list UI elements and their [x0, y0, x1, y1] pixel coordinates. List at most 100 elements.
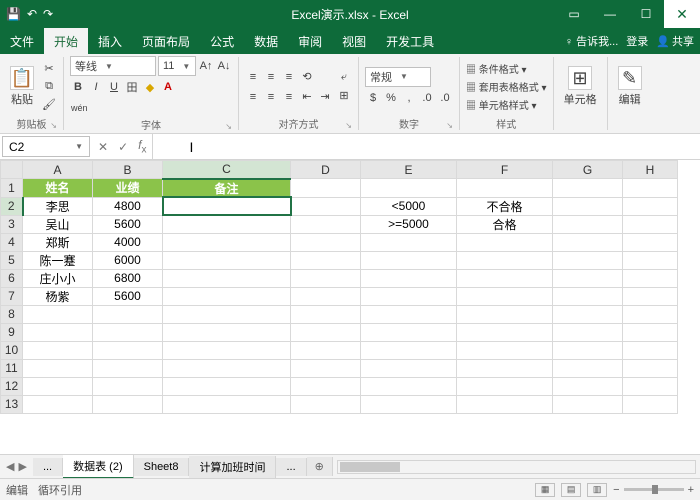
orientation-icon[interactable]: ⟲ [299, 69, 315, 85]
cell-C9[interactable] [163, 323, 291, 341]
cell-A4[interactable]: 郑斯 [23, 233, 93, 251]
cell-G2[interactable] [553, 197, 623, 215]
col-header-B[interactable]: B [93, 161, 163, 179]
phonetic-icon[interactable]: wén [70, 100, 89, 116]
cell-H10[interactable] [623, 341, 678, 359]
page-layout-view-icon[interactable]: ▤ [561, 483, 581, 497]
increase-decimal-icon[interactable]: .0 [419, 90, 435, 106]
select-all-corner[interactable] [1, 161, 23, 179]
cell-H12[interactable] [623, 377, 678, 395]
cell-C11[interactable] [163, 359, 291, 377]
cell-F5[interactable] [457, 251, 553, 269]
tab-insert[interactable]: 插入 [88, 28, 132, 54]
cell-F11[interactable] [457, 359, 553, 377]
cell-C4[interactable] [163, 233, 291, 251]
cell-A10[interactable] [23, 341, 93, 359]
cell-G7[interactable] [553, 287, 623, 305]
tab-review[interactable]: 审阅 [288, 28, 332, 54]
tab-developer[interactable]: 开发工具 [376, 28, 444, 54]
row-header-4[interactable]: 4 [1, 233, 23, 251]
currency-icon[interactable]: $ [365, 90, 381, 106]
cell-B11[interactable] [93, 359, 163, 377]
cell-G13[interactable] [553, 395, 623, 413]
cell-E4[interactable] [361, 233, 457, 251]
font-launcher[interactable]: ↘ [225, 122, 232, 131]
cell-H6[interactable] [623, 269, 678, 287]
login-button[interactable]: 登录 [626, 33, 648, 49]
align-right-icon[interactable]: ≡ [281, 89, 297, 105]
tab-view[interactable]: 视图 [332, 28, 376, 54]
cell-E3[interactable]: >=5000 [361, 215, 457, 233]
conditional-format-button[interactable]: ▦ 条件格式 ▾ [466, 61, 547, 76]
format-painter-icon[interactable]: 🖌 [41, 97, 57, 113]
row-header-1[interactable]: 1 [1, 179, 23, 198]
cell-C3[interactable] [163, 215, 291, 233]
cell-C6[interactable] [163, 269, 291, 287]
alignment-launcher[interactable]: ↘ [345, 121, 352, 130]
cell-F3[interactable]: 合格 [457, 215, 553, 233]
table-format-button[interactable]: ▦ 套用表格格式 ▾ [466, 79, 547, 94]
cell-B1[interactable]: 业绩 [93, 179, 163, 198]
cell-H9[interactable] [623, 323, 678, 341]
cell-H3[interactable] [623, 215, 678, 233]
cell-F7[interactable] [457, 287, 553, 305]
cell-G3[interactable] [553, 215, 623, 233]
cell-B12[interactable] [93, 377, 163, 395]
fill-color-button[interactable]: ◆ [142, 79, 158, 95]
cell-E12[interactable] [361, 377, 457, 395]
col-header-H[interactable]: H [623, 161, 678, 179]
cell-A7[interactable]: 杨紫 [23, 287, 93, 305]
col-header-F[interactable]: F [457, 161, 553, 179]
save-icon[interactable]: 💾 [6, 7, 21, 21]
number-launcher[interactable]: ↘ [446, 121, 453, 130]
cell-C13[interactable] [163, 395, 291, 413]
cell-A13[interactable] [23, 395, 93, 413]
cell-D8[interactable] [291, 305, 361, 323]
percent-icon[interactable]: % [383, 90, 399, 106]
col-header-G[interactable]: G [553, 161, 623, 179]
sheet-tab-2[interactable]: 计算加班时间 [189, 456, 276, 478]
font-size-combo[interactable]: 11▼ [158, 56, 196, 76]
name-box[interactable]: C2▼ [2, 136, 90, 157]
cell-F4[interactable] [457, 233, 553, 251]
col-header-E[interactable]: E [361, 161, 457, 179]
cell-A8[interactable] [23, 305, 93, 323]
zoom-slider[interactable] [624, 488, 684, 491]
cell-D7[interactable] [291, 287, 361, 305]
wrap-text-button[interactable]: ⤶ [336, 70, 352, 86]
row-header-5[interactable]: 5 [1, 251, 23, 269]
merge-button[interactable]: ⊞ [336, 88, 352, 104]
cell-G12[interactable] [553, 377, 623, 395]
align-left-icon[interactable]: ≡ [245, 89, 261, 105]
align-top-icon[interactable]: ≡ [245, 69, 261, 85]
normal-view-icon[interactable]: ▦ [535, 483, 555, 497]
row-header-13[interactable]: 13 [1, 395, 23, 413]
tab-data[interactable]: 数据 [244, 28, 288, 54]
redo-icon[interactable]: ↷ [43, 7, 53, 21]
increase-font-icon[interactable]: A↑ [198, 58, 214, 74]
cell-B4[interactable]: 4000 [93, 233, 163, 251]
border-button[interactable]: 田 [124, 79, 140, 95]
align-center-icon[interactable]: ≡ [263, 89, 279, 105]
cell-D2[interactable] [291, 197, 361, 215]
cell-G4[interactable] [553, 233, 623, 251]
cell-B6[interactable]: 6800 [93, 269, 163, 287]
col-header-A[interactable]: A [23, 161, 93, 179]
row-header-9[interactable]: 9 [1, 323, 23, 341]
close-button[interactable]: ✕ [664, 0, 700, 28]
cell-A2[interactable]: 李思 [23, 197, 93, 215]
cell-E10[interactable] [361, 341, 457, 359]
cell-F9[interactable] [457, 323, 553, 341]
cell-D4[interactable] [291, 233, 361, 251]
cell-E7[interactable] [361, 287, 457, 305]
cell-E1[interactable] [361, 179, 457, 198]
page-break-view-icon[interactable]: ▥ [587, 483, 607, 497]
row-header-11[interactable]: 11 [1, 359, 23, 377]
editing-button[interactable]: ✎ 编辑 [614, 64, 646, 109]
cell-H5[interactable] [623, 251, 678, 269]
tab-formulas[interactable]: 公式 [200, 28, 244, 54]
cell-E8[interactable] [361, 305, 457, 323]
cell-E5[interactable] [361, 251, 457, 269]
cancel-formula-icon[interactable]: ✕ [98, 140, 108, 154]
cell-D11[interactable] [291, 359, 361, 377]
